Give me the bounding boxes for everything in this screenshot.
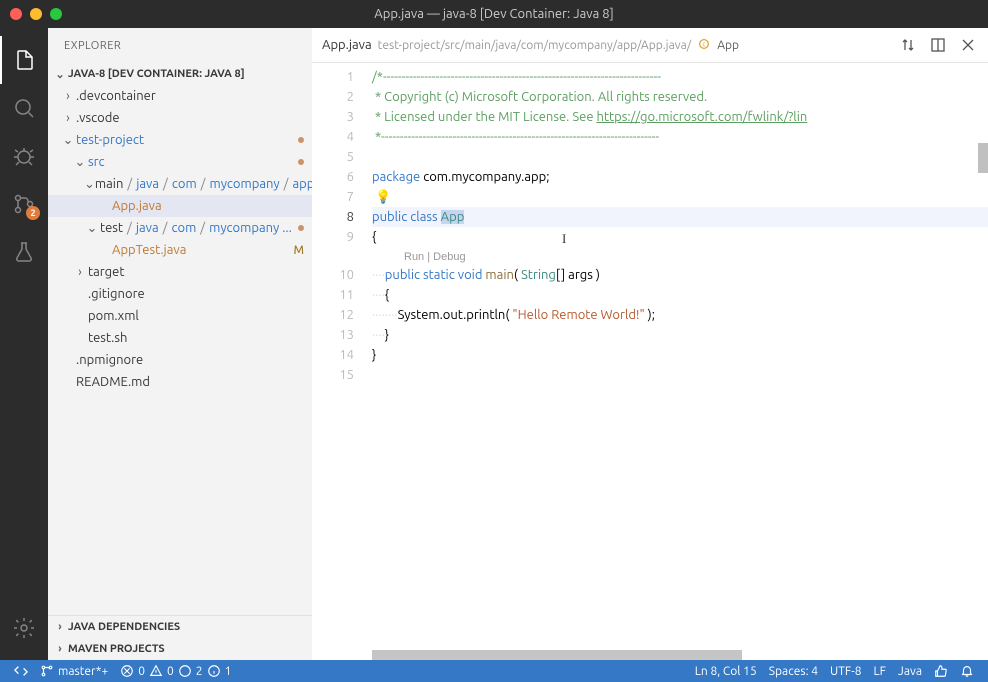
thumbs-up-icon — [934, 664, 948, 678]
editor-actions — [900, 37, 988, 53]
editor-area: App.java test-project/src/main/java/com/… — [312, 28, 988, 660]
tree-item-apptest-java[interactable]: AppTest.javaM — [48, 239, 312, 261]
language-mode[interactable]: Java — [892, 660, 928, 682]
gear-icon — [12, 616, 36, 640]
split-editor-icon[interactable] — [930, 37, 946, 53]
section-java-dependencies[interactable]: ›JAVA DEPENDENCIES — [48, 616, 312, 638]
file-tree: ⌄JAVA-8 [DEV CONTAINER: JAVA 8] ›.devcon… — [48, 63, 312, 615]
tree-item-npmignore[interactable]: .npmignore — [48, 349, 312, 371]
window-title: App.java — java-8 [Dev Container: Java 8… — [374, 7, 613, 21]
tree-item-testsh[interactable]: test.sh — [48, 327, 312, 349]
dirty-indicator-dot — [298, 225, 304, 231]
bug-icon — [12, 144, 36, 168]
tree-item-devcontainer[interactable]: ›.devcontainer — [48, 85, 312, 107]
tab-app-java[interactable]: App.java test-project/src/main/java/com/… — [312, 28, 749, 63]
feedback-button[interactable] — [928, 660, 954, 682]
tree-item-main-path[interactable]: ⌄main/java/com/mycompany/app — [48, 173, 312, 195]
horizontal-scrollbar[interactable] — [372, 650, 988, 660]
lightbulb-icon[interactable]: 💡 — [375, 190, 391, 204]
encoding-status[interactable]: UTF-8 — [824, 660, 867, 682]
remote-indicator[interactable] — [8, 660, 34, 682]
activity-bar: 2 — [0, 28, 48, 660]
dirty-indicator-dot — [298, 159, 304, 165]
tree-item-readme[interactable]: README.md — [48, 371, 312, 393]
minimize-window-button[interactable] — [30, 8, 42, 20]
files-icon — [12, 48, 36, 72]
eol-status[interactable]: LF — [868, 660, 892, 682]
compare-icon[interactable] — [900, 37, 916, 53]
tree-item-target[interactable]: ›target — [48, 261, 312, 283]
git-branch-indicator[interactable]: master*+ — [34, 660, 114, 682]
codelens-run-debug[interactable]: Run | Debug — [372, 247, 988, 265]
tree-item-app-java[interactable]: App.java — [48, 195, 312, 217]
activity-debug[interactable] — [0, 132, 48, 180]
info-icon — [207, 664, 221, 678]
text-cursor: I — [562, 229, 566, 249]
notifications-button[interactable] — [954, 660, 980, 682]
explorer-header: EXPLORER — [48, 28, 312, 63]
activity-search[interactable] — [0, 84, 48, 132]
activity-scm[interactable]: 2 — [0, 180, 48, 228]
warning-icon — [149, 664, 163, 678]
hint-icon — [178, 664, 192, 678]
activity-settings[interactable] — [0, 604, 48, 652]
activity-test[interactable] — [0, 228, 48, 276]
scm-badge: 2 — [26, 206, 40, 220]
error-icon — [120, 664, 134, 678]
window-controls — [10, 8, 62, 20]
tree-item-test-project[interactable]: ⌄test-project — [48, 129, 312, 151]
search-icon — [12, 96, 36, 120]
tree-item-test-path[interactable]: ⌄test/java/com/mycompany ... — [48, 217, 312, 239]
sidebar-footer: ›JAVA DEPENDENCIES ›MAVEN PROJECTS — [48, 615, 312, 660]
activity-explorer[interactable] — [0, 36, 48, 84]
editor-tabs: App.java test-project/src/main/java/com/… — [312, 28, 988, 63]
bell-icon — [960, 664, 974, 678]
vertical-scrollbar[interactable] — [978, 63, 988, 660]
code-editor[interactable]: 123456789101112131415 /*----------------… — [312, 63, 988, 660]
maximize-window-button[interactable] — [50, 8, 62, 20]
tree-item-src[interactable]: ⌄src — [48, 151, 312, 173]
remote-icon — [14, 664, 28, 678]
workspace-header[interactable]: ⌄JAVA-8 [DEV CONTAINER: JAVA 8] — [48, 63, 312, 85]
tree-item-vscode[interactable]: ›.vscode — [48, 107, 312, 129]
titlebar: App.java — java-8 [Dev Container: Java 8… — [0, 0, 988, 28]
class-icon: c — [697, 37, 711, 54]
git-status-m: M — [293, 244, 304, 257]
cursor-position[interactable]: Ln 8, Col 15 — [689, 660, 763, 682]
section-maven-projects[interactable]: ›MAVEN PROJECTS — [48, 638, 312, 660]
close-icon[interactable] — [960, 37, 976, 53]
indentation-status[interactable]: Spaces: 4 — [763, 660, 824, 682]
beaker-icon — [12, 240, 36, 264]
close-window-button[interactable] — [10, 8, 22, 20]
code-content[interactable]: /*--------------------------------------… — [372, 63, 988, 660]
tree-item-pom[interactable]: pom.xml — [48, 305, 312, 327]
line-gutter: 123456789101112131415 — [312, 63, 372, 660]
branch-icon — [40, 664, 54, 678]
explorer-sidebar: EXPLORER ⌄JAVA-8 [DEV CONTAINER: JAVA 8]… — [48, 28, 312, 660]
problems-indicator[interactable]: 0 0 2 1 — [114, 660, 237, 682]
statusbar: master*+ 0 0 2 1 Ln 8, Col 15 Spaces: 4 … — [0, 660, 988, 682]
dirty-indicator-dot — [298, 137, 304, 143]
tree-item-gitignore[interactable]: .gitignore — [48, 283, 312, 305]
